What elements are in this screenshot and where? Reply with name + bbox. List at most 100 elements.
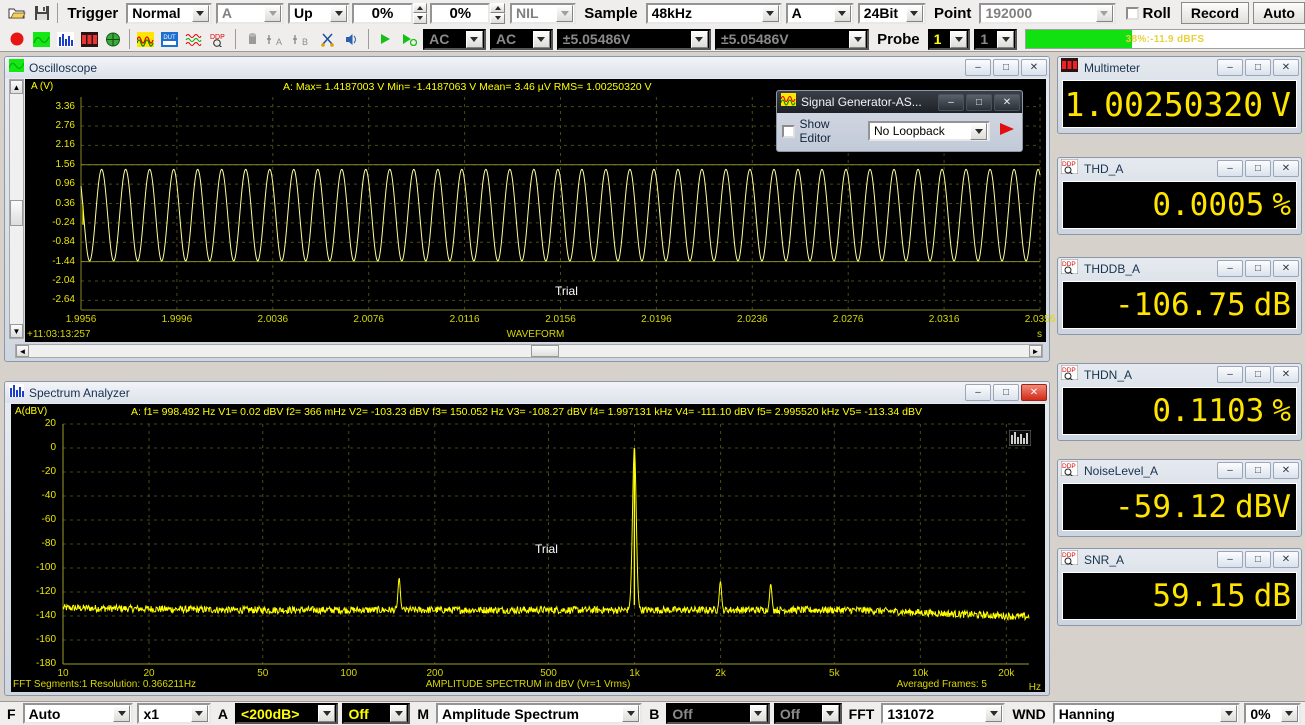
roll-checkbox-box[interactable] [1125,6,1139,20]
meter-close-button[interactable]: ✕ [1273,551,1299,568]
oscilloscope-titlebar[interactable]: Oscilloscope – □ ✕ [5,57,1049,78]
oscilloscope-icon[interactable] [30,28,52,50]
chevron-down-icon[interactable] [985,705,1003,722]
meter-titlebar[interactable]: DDP SNR_A – □ ✕ [1058,549,1301,570]
sample-rate-select[interactable]: 48kHz [645,2,782,24]
signal-generator-close-button[interactable]: ✕ [994,93,1020,111]
meter-maximize-button[interactable]: □ [1245,160,1271,177]
signal-generator-play-button[interactable] [997,121,1017,142]
meter-minimize-button[interactable]: – [1217,551,1243,568]
meter-minimize-button[interactable]: – [1217,462,1243,479]
coupling-a-select[interactable]: AC [423,28,486,50]
chevron-down-icon[interactable] [833,4,851,22]
meter-close-button[interactable]: ✕ [1273,59,1299,76]
scroll-thumb-h[interactable] [531,345,559,357]
chevron-down-icon[interactable] [821,705,839,722]
spectrum-mini-icon[interactable] [1008,429,1032,451]
trigger-delay-stepper[interactable] [490,2,505,24]
overlap-select[interactable]: 0% [1244,703,1301,724]
a-range-select[interactable]: <200dB> [235,703,339,724]
meter-maximize-button[interactable]: □ [1245,59,1271,76]
trigger-level-stepper[interactable] [412,2,428,24]
speaker-muted-icon[interactable] [242,28,264,50]
signal-generator-titlebar[interactable]: Signal Generator-AS... – □ ✕ [777,91,1022,113]
trigger-source-select[interactable]: NIL [509,2,577,24]
oscilloscope-maximize-button[interactable]: □ [993,59,1019,76]
meter-titlebar[interactable]: DDP NoiseLevel_A – □ ✕ [1058,460,1301,481]
meter-titlebar[interactable]: DDP THD_A – □ ✕ [1058,158,1301,179]
coupling-b-select[interactable]: AC [489,28,553,50]
range-b-select[interactable]: ±5.05486V [714,28,870,50]
fft-size-select[interactable]: 131072 [881,703,1006,724]
chevron-down-icon[interactable] [191,4,209,22]
chevron-down-icon[interactable] [1280,705,1298,722]
chevron-down-icon[interactable] [849,30,867,48]
sweep-icon[interactable] [183,28,205,50]
sound-icon[interactable] [341,28,363,50]
play-record-icon[interactable] [398,28,420,50]
meter-minimize-button[interactable]: – [1217,160,1243,177]
window-select[interactable]: Hanning [1052,703,1241,724]
record-dot-icon[interactable] [6,28,28,50]
bit-depth-select[interactable]: 24Bit [857,2,926,24]
ddp-zoom-icon[interactable]: DDP [207,28,229,50]
scroll-down-icon[interactable]: ▼ [10,324,23,338]
trigger-mode-select[interactable]: Normal [126,2,212,24]
chevron-down-icon[interactable] [318,705,336,722]
meter-titlebar[interactable]: Multimeter – □ ✕ [1058,57,1301,78]
scroll-up-icon[interactable]: ▲ [10,80,23,94]
chevron-down-icon[interactable] [950,30,968,48]
spectrum-icon[interactable] [54,28,76,50]
spectrum-close-button[interactable]: ✕ [1021,384,1047,401]
b-second-select[interactable]: Off [773,703,842,724]
sample-channel-select[interactable]: A [785,2,854,24]
spectrum-plot[interactable]: A: f1= 998.492 Hz V1= 0.02 dBV f2= 366 m… [11,404,1045,693]
signal-generator-icon[interactable] [135,28,157,50]
spectrum-maximize-button[interactable]: □ [993,384,1019,401]
meter-maximize-button[interactable]: □ [1245,366,1271,383]
oscilloscope-vertical-scrollbar[interactable]: ▲ ▼ [9,79,24,339]
chevron-down-icon[interactable] [1220,705,1238,722]
show-editor-checkbox[interactable] [782,124,795,138]
ground-a-icon[interactable]: A [266,28,290,50]
meter-close-button[interactable]: ✕ [1273,160,1299,177]
scroll-thumb[interactable] [10,200,23,226]
record-button[interactable]: Record [1180,2,1250,24]
chevron-down-icon[interactable] [1095,4,1113,22]
chevron-down-icon[interactable] [761,4,779,22]
f-mode-select[interactable]: Auto [22,703,134,724]
chevron-down-icon[interactable] [556,4,574,22]
scroll-right-icon[interactable]: ► [1029,345,1042,357]
meter-minimize-button[interactable]: – [1217,260,1243,277]
a-second-select[interactable]: Off [342,703,411,724]
loopback-select[interactable]: No Loopback [868,121,990,141]
point-select[interactable]: 192000 [979,2,1116,24]
folder-open-icon[interactable] [5,2,28,24]
m-mode-select[interactable]: Amplitude Spectrum [435,703,643,724]
meter-minimize-button[interactable]: – [1217,59,1243,76]
chevron-down-icon[interactable] [622,705,640,722]
spectrum-titlebar[interactable]: Spectrum Analyzer – □ ✕ [5,382,1049,403]
trigger-channel-select[interactable]: A [215,2,285,24]
meter-minimize-button[interactable]: – [1217,366,1243,383]
meter-titlebar[interactable]: DDP THDDB_A – □ ✕ [1058,258,1301,279]
ground-b-icon[interactable]: B [292,28,316,50]
oscilloscope-horizontal-scrollbar[interactable]: ◄ ► [15,344,1043,358]
play-icon[interactable] [374,28,396,50]
chevron-down-icon[interactable] [264,4,282,22]
meter-maximize-button[interactable]: □ [1245,462,1271,479]
meter-maximize-button[interactable]: □ [1245,260,1271,277]
chevron-down-icon[interactable] [905,4,923,22]
probe-b-select[interactable]: 1 [974,28,1018,50]
chevron-down-icon[interactable] [390,705,408,722]
spectrum-minimize-button[interactable]: – [965,384,991,401]
chevron-down-icon[interactable] [532,30,550,48]
multimeter-icon[interactable] [78,28,100,50]
chevron-down-icon[interactable] [997,30,1015,48]
oscilloscope-close-button[interactable]: ✕ [1021,59,1047,76]
scissors-icon[interactable] [318,28,340,50]
roll-checkbox[interactable]: Roll [1125,5,1171,22]
dut-icon[interactable]: DUT [159,28,181,50]
scroll-left-icon[interactable]: ◄ [16,345,29,357]
meter-maximize-button[interactable]: □ [1245,551,1271,568]
